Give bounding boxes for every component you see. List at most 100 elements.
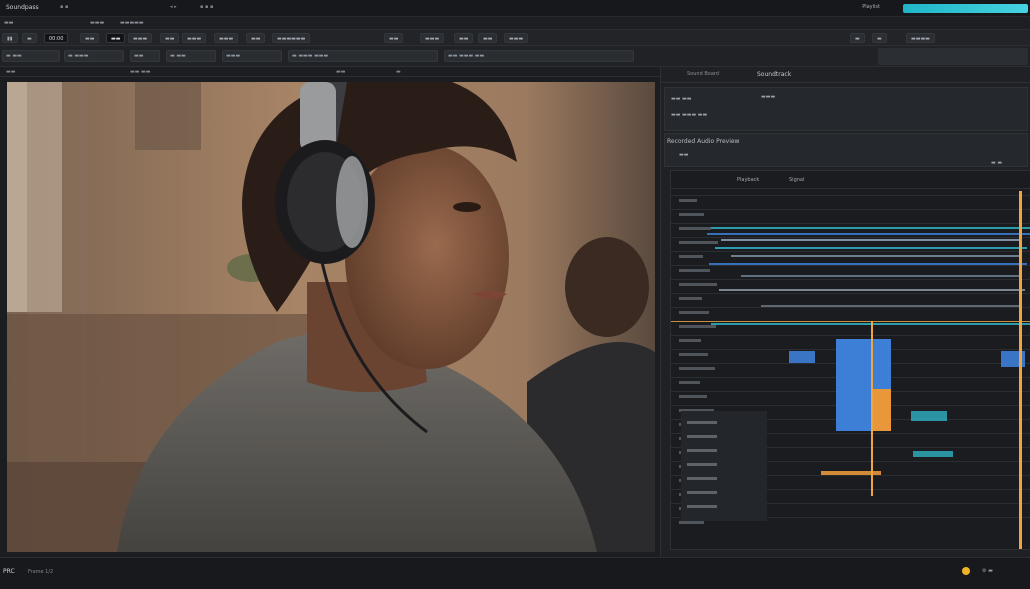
toolbar-button[interactable]: ▬ bbox=[850, 33, 865, 43]
timeline-marker-line bbox=[671, 321, 1030, 322]
timeline-grid-line bbox=[671, 307, 1030, 308]
track-label bbox=[679, 521, 704, 524]
timeline-grid-line bbox=[671, 237, 1030, 238]
waveform-line bbox=[707, 233, 1030, 235]
timeline-grid-line bbox=[671, 279, 1030, 280]
waveform-line bbox=[731, 255, 1021, 257]
inspector-field-label: ▬▬ ▬▬ bbox=[671, 96, 692, 102]
menu-item[interactable]: ▬▬▬ bbox=[90, 20, 104, 26]
toolbar-button[interactable]: ▬▬▬ bbox=[420, 33, 445, 43]
video-viewer[interactable] bbox=[7, 82, 655, 552]
toolbar-button[interactable]: ▬▬ bbox=[246, 33, 266, 43]
inspector-field-label: ▬ ▬ bbox=[991, 160, 1003, 166]
toolbar-button[interactable]: ▬▬▬▬▬▬ bbox=[272, 33, 311, 43]
timeline-grid-line bbox=[671, 223, 1030, 224]
status-bar: PRC Frame 1/2 ⚙ ▬ bbox=[0, 557, 1030, 589]
timeline-grid-line bbox=[671, 335, 1030, 336]
menu-item[interactable]: ▬▬▬▬▬ bbox=[120, 20, 144, 26]
inspector-field-label: ▬▬ bbox=[679, 152, 689, 158]
inspector-field-label: ▬▬ ▬▬▬ ▬▬ bbox=[671, 112, 708, 118]
toolbar-button[interactable]: ▮▮ bbox=[2, 33, 18, 43]
viewer-tab[interactable]: ▬▬ bbox=[6, 69, 15, 75]
inspector-section-preview: Recorded Audio Preview ▬▬ ▬ ▬ bbox=[664, 133, 1028, 167]
status-indicator-icon bbox=[962, 567, 970, 575]
toolbar-button[interactable]: ▬▬▬▬ bbox=[906, 33, 935, 43]
status-settings-icon[interactable]: ⚙ ▬ bbox=[982, 568, 993, 574]
track-label bbox=[679, 311, 709, 314]
subpanel-label bbox=[687, 435, 717, 438]
timeline-marker bbox=[871, 321, 873, 496]
inspector-section-top: ▬▬ ▬▬ ▬▬▬ ▬▬ ▬▬▬ ▬▬ bbox=[664, 87, 1028, 131]
waveform-line bbox=[711, 227, 1030, 229]
menu-item[interactable]: ▬▬ bbox=[4, 20, 13, 26]
viewer-tab[interactable]: ▬▬ ▬▬ bbox=[130, 69, 151, 75]
waveform-line bbox=[715, 247, 1027, 249]
track-label bbox=[679, 213, 704, 216]
toolbar-button[interactable]: ▬ bbox=[22, 33, 37, 43]
viewer-tab-row: ▬▬ ▬▬ ▬▬ ▬▬ ▬ bbox=[0, 67, 660, 77]
audio-clip-orange bbox=[871, 389, 891, 431]
property-field[interactable]: ▬ ▬▬ bbox=[2, 50, 60, 62]
subpanel-label bbox=[687, 477, 717, 480]
waveform-line bbox=[711, 323, 1030, 325]
timeline-playhead bbox=[1019, 191, 1022, 549]
audio-timeline[interactable]: Playback Signal bbox=[670, 170, 1030, 550]
viewer-tab[interactable]: ▬ bbox=[396, 69, 401, 75]
toolbar-button[interactable]: ▬▬▬ bbox=[128, 33, 153, 43]
toolbar-button[interactable]: ▬▬ bbox=[106, 33, 126, 43]
toolbar-button[interactable]: ▬▬▬ bbox=[504, 33, 529, 43]
toolbar-button[interactable]: ▬▬ bbox=[80, 33, 100, 43]
track-label bbox=[679, 199, 697, 202]
waveform-line bbox=[709, 263, 1027, 265]
property-field[interactable]: ▬ ▬▬▬ ▬▬▬ bbox=[288, 50, 438, 62]
property-panel-right bbox=[878, 48, 1028, 65]
property-field[interactable]: ▬▬ ▬▬▬ ▬▬ bbox=[444, 50, 634, 62]
titlebar-control-icon[interactable]: ◂ ▸ bbox=[170, 4, 177, 10]
right-inspector-panel: Sound Board Soundtrack ▬▬ ▬▬ ▬▬▬ ▬▬ ▬▬▬ … bbox=[660, 67, 1030, 557]
render-progress-bar bbox=[903, 4, 1028, 13]
toolbar-button[interactable]: ▬▬▬ bbox=[214, 33, 239, 43]
toolbar-button[interactable]: ▬▬ bbox=[454, 33, 474, 43]
subpanel-label bbox=[687, 505, 717, 508]
track-label bbox=[679, 255, 703, 258]
toolbar-button[interactable]: ▬▬ bbox=[478, 33, 498, 43]
toolbar-button[interactable]: ▬▬▬ bbox=[182, 33, 207, 43]
toolbar-button[interactable]: ▬▬ bbox=[160, 33, 180, 43]
inspector-title: Soundtrack bbox=[757, 71, 792, 78]
track-label bbox=[679, 339, 701, 342]
track-label bbox=[679, 241, 718, 244]
track-label bbox=[679, 367, 715, 370]
menu-bar: ▬▬ ▬▬▬ ▬▬▬▬▬ bbox=[0, 17, 1030, 30]
subpanel-label bbox=[687, 463, 717, 466]
inspector-header: Sound Board Soundtrack bbox=[661, 67, 1030, 83]
toolbar-button[interactable]: ▬▬ bbox=[384, 33, 404, 43]
track-label bbox=[679, 283, 717, 286]
waveform-line bbox=[741, 275, 1021, 277]
waveform-line bbox=[719, 289, 1025, 291]
timecode-display: 00:00 bbox=[44, 33, 69, 43]
inspector-subtitle: Sound Board bbox=[687, 71, 720, 77]
toolbar: ▮▮ ▬ 00:00 ▬▬ ▬▬ ▬▬▬ ▬▬ ▬▬▬ ▬▬▬ ▬▬ ▬▬▬▬▬… bbox=[0, 30, 1030, 46]
titlebar-control-icon[interactable]: ▪ ▪ ▪ bbox=[200, 4, 213, 10]
viewer-tab[interactable]: ▬▬ bbox=[336, 69, 345, 75]
window-label: Playlist bbox=[862, 4, 880, 10]
status-text: Frame 1/2 bbox=[28, 569, 54, 575]
titlebar-menu-icon[interactable]: ▪ ▪ bbox=[60, 4, 68, 10]
track-label bbox=[679, 353, 708, 356]
track-label bbox=[679, 395, 707, 398]
render-progress-fill bbox=[903, 4, 1028, 13]
property-field[interactable]: ▬ ▬▬ bbox=[166, 50, 216, 62]
audio-clip-blue bbox=[789, 351, 815, 363]
toolbar-button[interactable]: ▬ bbox=[872, 33, 887, 43]
property-field[interactable]: ▬ ▬▬▬ bbox=[64, 50, 124, 62]
property-field[interactable]: ▬▬▬ bbox=[222, 50, 282, 62]
video-frame-image bbox=[7, 82, 655, 552]
track-label bbox=[679, 227, 711, 230]
audio-clip-cyan bbox=[911, 411, 947, 421]
subpanel-label bbox=[687, 449, 717, 452]
subpanel-label bbox=[687, 491, 717, 494]
inspector-field-label: ▬▬▬ bbox=[761, 94, 776, 100]
property-field[interactable]: ▬▬ bbox=[130, 50, 160, 62]
waveform-line bbox=[761, 305, 1021, 307]
app-name: Soundpass bbox=[6, 4, 39, 11]
